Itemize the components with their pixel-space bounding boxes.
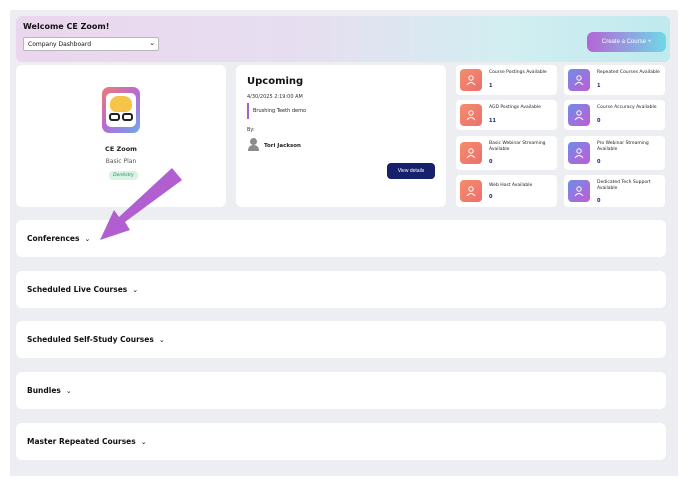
stat-value: 0 bbox=[489, 159, 493, 165]
stat-label: Repeated Courses Available bbox=[597, 70, 660, 75]
users-icon bbox=[460, 180, 482, 202]
section-title: Master Repeated Courses ⌄ bbox=[27, 437, 147, 446]
stat-card: Dedicated Tech Support Available 0 bbox=[564, 175, 665, 207]
stat-value: 0 bbox=[597, 118, 601, 124]
upcoming-date: 4/30/2025 2:19:00 AM bbox=[247, 94, 303, 100]
section-title: Conferences ⌄ bbox=[27, 234, 91, 243]
stat-label: Course Accuracy Available bbox=[597, 105, 657, 110]
users-icon bbox=[460, 69, 482, 91]
stat-label: Pro Webinar Streaming Available bbox=[597, 141, 649, 152]
users-icon bbox=[568, 69, 590, 91]
dashboard-select-value: Company Dashboard bbox=[28, 41, 92, 48]
welcome-text: Welcome CE Zoom! bbox=[23, 22, 110, 31]
stat-value: 0 bbox=[489, 194, 493, 200]
users-icon bbox=[568, 104, 590, 126]
section-bundles[interactable]: Bundles ⌄ bbox=[16, 372, 666, 409]
section-conferences[interactable]: Conferences ⌄ bbox=[16, 220, 666, 257]
company-name: CE Zoom bbox=[105, 145, 137, 153]
chevron-down-icon: ⌄ bbox=[132, 286, 139, 294]
chevron-down-icon: ⌄ bbox=[158, 336, 165, 344]
stat-card: Pro Webinar Streaming Available 0 bbox=[564, 136, 665, 170]
stat-card: AGD Postings Available 11 bbox=[456, 100, 557, 130]
chevron-down-icon: ⌄ bbox=[84, 235, 91, 243]
upcoming-title: Upcoming bbox=[247, 76, 304, 87]
section-title: Bundles ⌄ bbox=[27, 386, 72, 395]
create-course-button[interactable]: Create a Course + bbox=[587, 32, 666, 52]
dashboard: Welcome CE Zoom! Company Dashboard ⌄ Cre… bbox=[10, 10, 678, 476]
stat-label: Course Postings Available bbox=[489, 70, 547, 75]
stat-label: Dedicated Tech Support Available bbox=[597, 180, 651, 191]
company-logo bbox=[102, 87, 140, 133]
profile-card: CE Zoom Basic Plan Dentistry bbox=[16, 65, 226, 207]
stat-value: 1 bbox=[489, 83, 493, 89]
view-details-button[interactable]: View details bbox=[387, 163, 435, 179]
stat-card: Course Postings Available 1 bbox=[456, 65, 557, 95]
avatar bbox=[248, 138, 259, 151]
stat-value: 11 bbox=[489, 118, 496, 124]
stat-label: AGD Postings Available bbox=[489, 105, 541, 110]
stat-value: 1 bbox=[597, 83, 601, 89]
presenter-name: Tori Jackson bbox=[264, 143, 301, 149]
users-icon bbox=[568, 142, 590, 164]
section-title: Scheduled Self-Study Courses ⌄ bbox=[27, 335, 165, 344]
chevron-down-icon: ⌄ bbox=[65, 387, 72, 395]
dashboard-select[interactable]: Company Dashboard ⌄ bbox=[23, 37, 159, 51]
chevron-down-icon: ⌄ bbox=[140, 438, 147, 446]
chevron-down-icon: ⌄ bbox=[149, 39, 155, 47]
by-label: By: bbox=[247, 127, 255, 133]
section-title: Scheduled Live Courses ⌄ bbox=[27, 285, 139, 294]
plan-name: Basic Plan bbox=[105, 158, 137, 165]
stat-label: Web Host Available bbox=[489, 183, 533, 188]
stat-card: Web Host Available 0 bbox=[456, 175, 557, 207]
specialty-badge: Dentistry bbox=[109, 171, 138, 180]
users-icon bbox=[568, 180, 590, 202]
stat-card: Course Accuracy Available 0 bbox=[564, 100, 665, 130]
upcoming-course[interactable]: Brushing Teeth demo bbox=[247, 103, 306, 119]
stat-label: Basic Webinar Streaming Available bbox=[489, 141, 546, 152]
stat-value: 0 bbox=[597, 198, 601, 204]
section-master-repeated-courses[interactable]: Master Repeated Courses ⌄ bbox=[16, 423, 666, 460]
section-scheduled-self-study-courses[interactable]: Scheduled Self-Study Courses ⌄ bbox=[16, 321, 666, 358]
users-icon bbox=[460, 104, 482, 126]
stat-value: 0 bbox=[597, 159, 601, 165]
section-scheduled-live-courses[interactable]: Scheduled Live Courses ⌄ bbox=[16, 271, 666, 308]
stat-card: Repeated Courses Available 1 bbox=[564, 65, 665, 95]
users-icon bbox=[460, 142, 482, 164]
upcoming-card: Upcoming 4/30/2025 2:19:00 AM Brushing T… bbox=[236, 65, 446, 207]
stat-card: Basic Webinar Streaming Available 0 bbox=[456, 136, 557, 170]
welcome-banner: Welcome CE Zoom! Company Dashboard ⌄ Cre… bbox=[16, 16, 670, 62]
